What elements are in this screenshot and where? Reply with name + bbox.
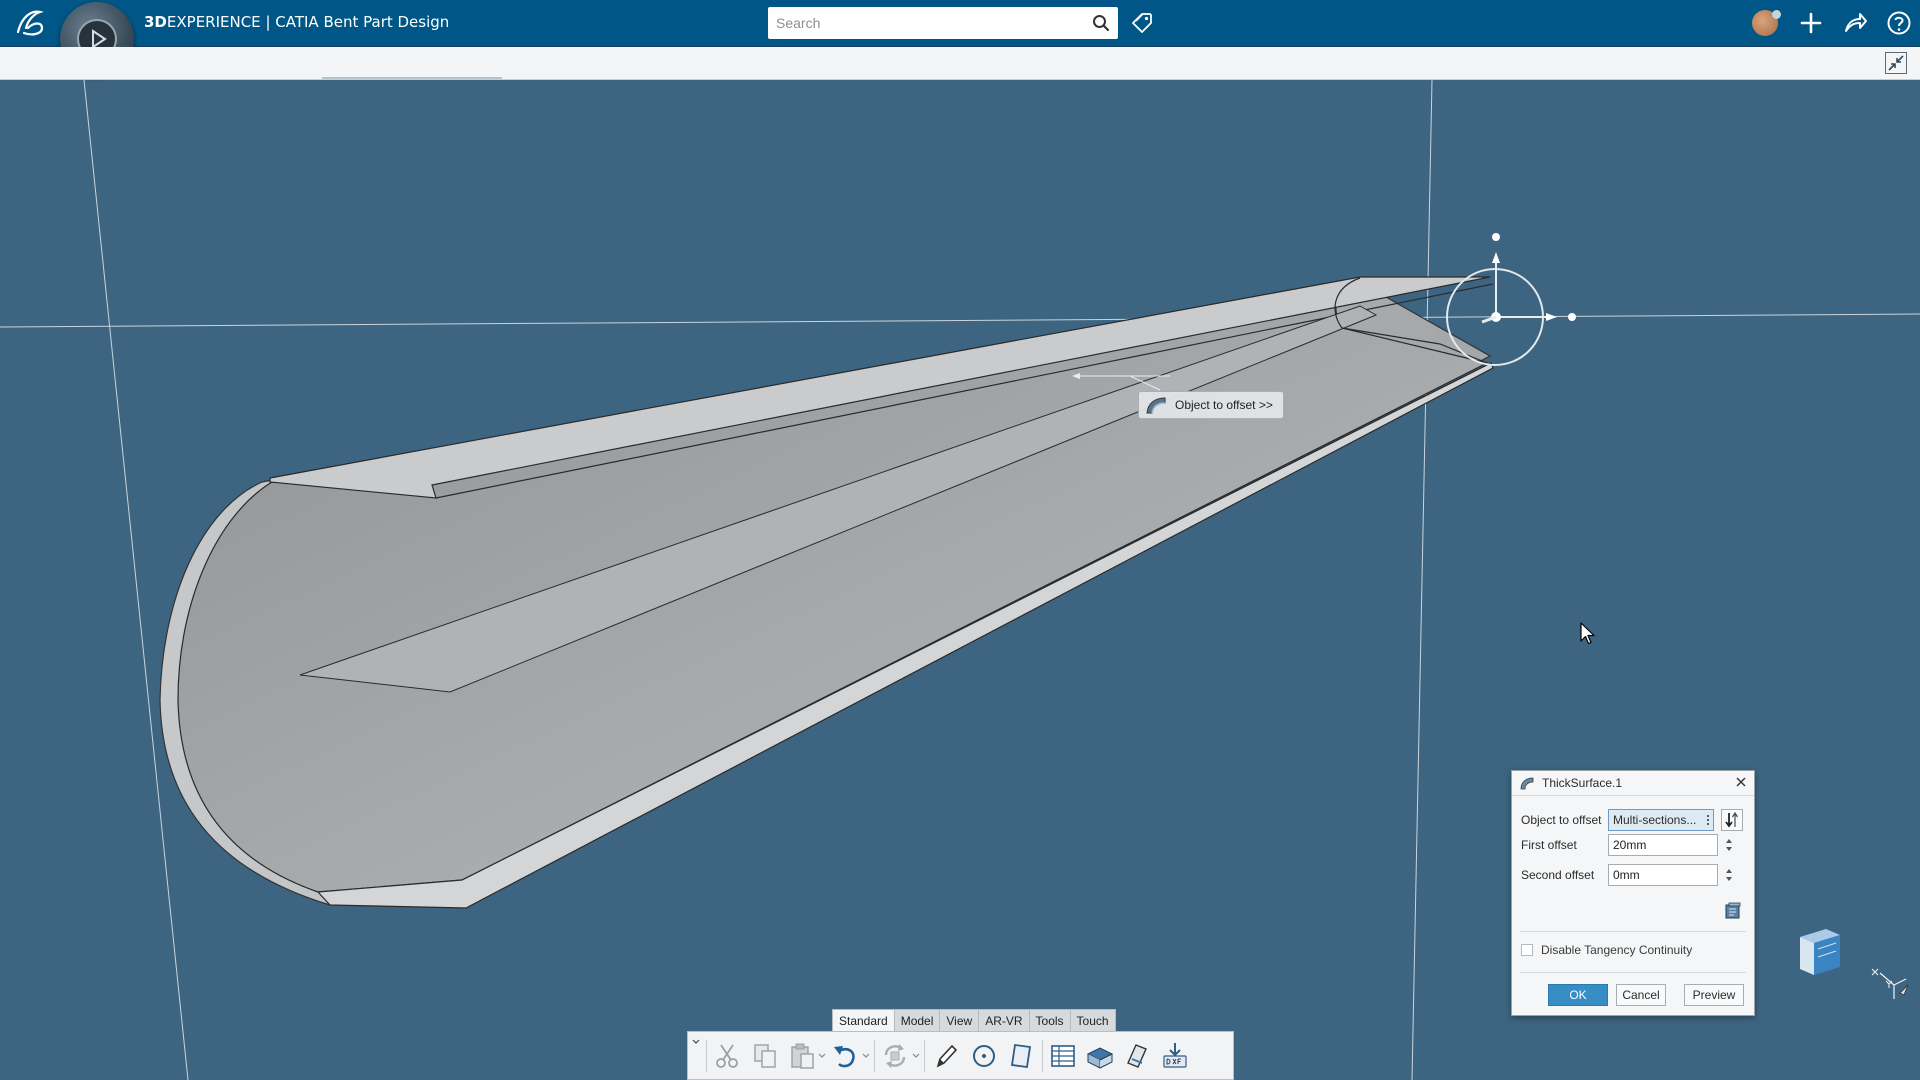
tooltip-label: Object to offset >> (1175, 398, 1273, 412)
first-offset-spinner-icon[interactable] (1721, 834, 1737, 856)
preview-button[interactable]: Preview (1684, 984, 1744, 1006)
strip-tab-indicator (322, 77, 502, 79)
robot-handle[interactable] (1568, 313, 1576, 321)
search-input[interactable] (776, 7, 1076, 39)
dxf-export-icon[interactable] (1160, 1041, 1190, 1071)
toolbar-separator (706, 1040, 707, 1072)
view-cube-icon[interactable] (1792, 923, 1844, 979)
cut-icon[interactable] (712, 1041, 742, 1071)
tab-ar-vr[interactable]: AR-VR (979, 1010, 1030, 1032)
tab-view[interactable]: View (940, 1010, 980, 1032)
reverse-direction-icon (1725, 811, 1739, 828)
toolbar-separator (874, 1040, 875, 1072)
dialog-titlebar[interactable]: ThickSurface.1 (1512, 771, 1754, 796)
first-offset-label: First offset (1521, 838, 1577, 852)
chevron-down-icon[interactable] (692, 1038, 700, 1046)
robot-arrow (1546, 313, 1557, 321)
chevron-down-icon[interactable] (862, 1052, 870, 1060)
action-bar (687, 1031, 1234, 1080)
second-offset-input[interactable] (1613, 865, 1703, 885)
fold-icon[interactable] (1122, 1041, 1152, 1071)
paste-icon[interactable] (787, 1041, 817, 1071)
object-to-offset-select[interactable]: Multi-sections... (1608, 809, 1714, 831)
thick-surface-dialog: ThickSurface.1 Object to offset Multi-se… (1511, 770, 1755, 1016)
object-to-offset-label: Object to offset (1521, 813, 1602, 827)
part-inner-surface[interactable] (177, 276, 1489, 893)
app-module: CATIA Bent Part Design (275, 13, 450, 31)
first-offset-field[interactable] (1608, 834, 1718, 856)
mouse-cursor-icon (1580, 622, 1595, 645)
first-offset-input[interactable] (1613, 835, 1703, 855)
tag-icon[interactable] (1130, 11, 1154, 35)
dialog-divider (1520, 972, 1746, 973)
second-offset-spinner-icon[interactable] (1721, 864, 1737, 886)
grid-line (0, 313, 1920, 328)
sketch-pencil-icon[interactable] (931, 1041, 961, 1071)
cancel-button[interactable]: Cancel (1616, 984, 1666, 1006)
thick-surface-icon (1520, 777, 1534, 790)
reverse-direction-button[interactable] (1721, 809, 1743, 831)
close-icon[interactable] (1734, 775, 1748, 789)
app-title: 3DEXPERIENCE | CATIA Bent Part Design (144, 13, 449, 31)
grid-line (1411, 80, 1433, 1080)
collapse-icon[interactable] (1885, 52, 1907, 74)
tab-touch[interactable]: Touch (1071, 1010, 1115, 1032)
app-separator: | (260, 13, 276, 31)
secondary-strip (0, 47, 1920, 80)
dassault-logo-icon[interactable] (12, 6, 48, 38)
toolbar-separator (924, 1040, 925, 1072)
search-box[interactable] (768, 7, 1118, 39)
app-brand: 3D (144, 13, 167, 31)
tab-tools[interactable]: Tools (1030, 1010, 1071, 1032)
plus-icon[interactable] (1798, 10, 1824, 36)
dialog-divider (1520, 931, 1746, 932)
app-product: EXPERIENCE (166, 13, 261, 31)
tab-model[interactable]: Model (895, 1010, 941, 1032)
share-icon[interactable] (1842, 10, 1868, 36)
second-offset-label: Second offset (1521, 868, 1595, 882)
ok-button[interactable]: OK (1548, 984, 1608, 1006)
disable-tangency-checkbox[interactable] (1521, 944, 1533, 956)
axis-triad-icon (1871, 968, 1909, 999)
toolbar-separator (1042, 1040, 1043, 1072)
object-to-offset-value: Multi-sections... (1613, 813, 1697, 827)
unfold-icon[interactable] (1085, 1041, 1115, 1071)
table-icon[interactable] (1048, 1041, 1078, 1071)
robot-arrow (1492, 252, 1500, 263)
dialog-title: ThickSurface.1 (1542, 776, 1623, 790)
chevron-down-icon[interactable] (912, 1052, 920, 1060)
undo-icon[interactable] (830, 1041, 860, 1071)
update-icon[interactable] (880, 1041, 910, 1071)
search-icon[interactable] (1092, 14, 1110, 32)
second-offset-field[interactable] (1608, 864, 1718, 886)
faces-to-remove-icon[interactable] (1723, 901, 1743, 921)
chevron-down-icon[interactable] (818, 1052, 826, 1060)
more-options-icon (1707, 815, 1709, 825)
disable-tangency-label: Disable Tangency Continuity (1541, 943, 1693, 957)
grid-line (83, 80, 189, 1080)
action-bar-tabs: Standard Model View AR-VR Tools Touch (832, 1009, 1116, 1032)
circle-icon[interactable] (969, 1041, 999, 1071)
help-icon[interactable] (1886, 10, 1912, 36)
object-to-offset-tooltip[interactable]: Object to offset >> (1138, 391, 1284, 419)
robot-handle[interactable] (1492, 233, 1500, 241)
avatar-status-dot (1772, 10, 1781, 19)
tab-standard[interactable]: Standard (833, 1010, 895, 1032)
copy-icon[interactable] (750, 1041, 780, 1071)
thick-surface-icon (1146, 397, 1166, 414)
plane-icon[interactable] (1006, 1041, 1036, 1071)
